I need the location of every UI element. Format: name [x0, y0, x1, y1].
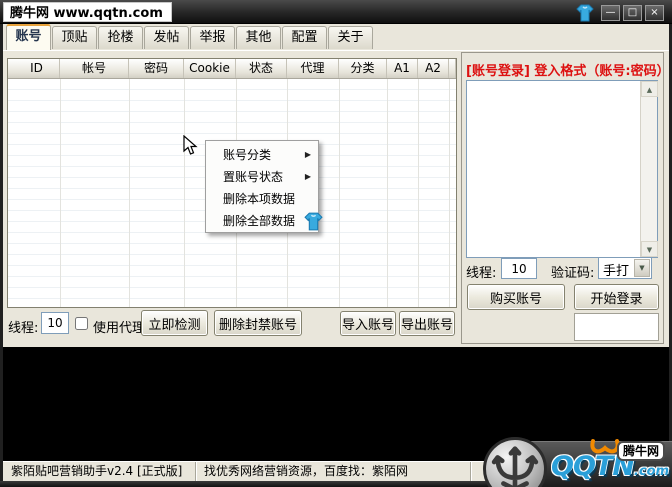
- menu-item-account-category[interactable]: 账号分类 ▶: [206, 144, 318, 166]
- tab-config[interactable]: 配置: [282, 26, 327, 49]
- context-menu: 账号分类 ▶ 置账号状态 ▶ 删除本项数据 删除全部数据: [205, 140, 319, 233]
- accounts-textarea[interactable]: [467, 81, 640, 257]
- close-button[interactable]: ×: [645, 5, 664, 21]
- grid-line: [449, 79, 450, 307]
- submenu-arrow-icon: ▶: [305, 144, 311, 166]
- start-login-button[interactable]: 开始登录: [574, 284, 659, 310]
- scroll-down-icon[interactable]: ▼: [641, 241, 658, 257]
- maximize-button[interactable]: □: [623, 5, 642, 21]
- tab-report[interactable]: 举报: [190, 26, 235, 49]
- column-header-password[interactable]: 密码: [129, 59, 184, 78]
- column-header-filler: [449, 59, 456, 78]
- column-header-a1[interactable]: A1: [387, 59, 418, 78]
- grid-line: [184, 79, 185, 307]
- login-thread-input[interactable]: [501, 258, 537, 279]
- tab-bar: 账号 顶贴 抢楼 发帖 举报 其他 配置 关于: [6, 26, 373, 51]
- column-header-account[interactable]: 帐号: [60, 59, 129, 78]
- qqtn-badge: 腾牛网: [617, 441, 665, 461]
- tab-underline: [3, 50, 669, 51]
- thread-label: 线程:: [8, 317, 38, 336]
- tab-other[interactable]: 其他: [236, 26, 281, 49]
- column-header-cookie[interactable]: Cookie: [184, 59, 236, 78]
- menu-item-label: 删除全部数据: [223, 214, 295, 228]
- status-promo-text: 找优秀网络营销资源，百度找：紫陌网: [195, 462, 470, 481]
- login-accounts-area: ▲ ▼: [466, 80, 658, 258]
- qq-shirt-icon: [575, 3, 595, 23]
- captcha-mode-select[interactable]: 手打 ▼: [598, 257, 652, 279]
- mouse-cursor: [183, 135, 199, 161]
- use-proxy-checkbox[interactable]: [75, 317, 88, 330]
- column-header-proxy[interactable]: 代理: [287, 59, 339, 78]
- grid-line: [60, 79, 61, 307]
- grid-line: [339, 79, 340, 307]
- chevron-down-icon[interactable]: ▼: [634, 259, 650, 277]
- use-proxy-label: 使用代理: [93, 317, 145, 336]
- menu-item-set-account-status[interactable]: 置账号状态 ▶: [206, 166, 318, 188]
- menu-item-delete-all[interactable]: 删除全部数据: [206, 210, 318, 232]
- captcha-mode-label: 验证码:: [551, 262, 594, 281]
- captcha-image-box: [574, 313, 659, 341]
- menu-item-delete-selected[interactable]: 删除本项数据: [206, 188, 318, 210]
- tab-grab-floor[interactable]: 抢楼: [98, 26, 143, 49]
- column-header-a2[interactable]: A2: [418, 59, 449, 78]
- tab-about[interactable]: 关于: [328, 26, 373, 49]
- app-window: 腾牛网 www.qqtn.com — □ × 账号 顶贴 抢楼 发帖 举报 其他…: [0, 0, 672, 487]
- captcha-mode-value: 手打: [603, 260, 629, 279]
- grid-line: [129, 79, 130, 307]
- menu-item-label: 账号分类: [223, 148, 271, 162]
- import-accounts-button[interactable]: 导入账号: [340, 311, 396, 336]
- submenu-arrow-icon: ▶: [305, 166, 311, 188]
- delete-banned-button[interactable]: 删除封禁账号: [214, 310, 302, 336]
- login-panel-title: [账号登录] 登入格式（账号:密码）: [466, 60, 662, 79]
- grid-line: [418, 79, 419, 307]
- tab-account[interactable]: 账号: [6, 24, 51, 50]
- titlebar[interactable]: 腾牛网 www.qqtn.com — □ ×: [0, 0, 672, 24]
- thread-input[interactable]: [41, 312, 69, 334]
- table-header: ID 帐号 密码 Cookie 状态 代理 分类 A1 A2: [8, 59, 456, 79]
- column-header-status[interactable]: 状态: [236, 59, 287, 78]
- status-app-version: 紫陌贴吧营销助手v2.4 [正式版]: [3, 462, 195, 481]
- export-accounts-button[interactable]: 导出账号: [399, 311, 455, 336]
- grid-line: [387, 79, 388, 307]
- qqtn-logo-suffix: .com: [634, 464, 669, 479]
- tab-bump-post[interactable]: 顶贴: [52, 26, 97, 49]
- check-now-button[interactable]: 立即检测: [141, 310, 208, 336]
- tab-new-post[interactable]: 发帖: [144, 26, 189, 49]
- login-thread-label: 线程:: [466, 262, 496, 281]
- column-header-category[interactable]: 分类: [339, 59, 387, 78]
- qq-shirt-icon: [303, 211, 324, 232]
- column-header-id[interactable]: ID: [8, 59, 60, 78]
- menu-item-label: 删除本项数据: [223, 192, 295, 206]
- buy-accounts-button[interactable]: 购买账号: [467, 284, 565, 310]
- window-frame-left: [0, 24, 3, 487]
- scroll-up-icon[interactable]: ▲: [641, 81, 658, 97]
- textarea-scrollbar[interactable]: ▲ ▼: [640, 81, 657, 257]
- menu-item-label: 置账号状态: [223, 170, 283, 184]
- qqtn-trident-icon: [483, 437, 547, 487]
- minimize-button[interactable]: —: [601, 5, 620, 21]
- window-title: 腾牛网 www.qqtn.com: [3, 2, 172, 22]
